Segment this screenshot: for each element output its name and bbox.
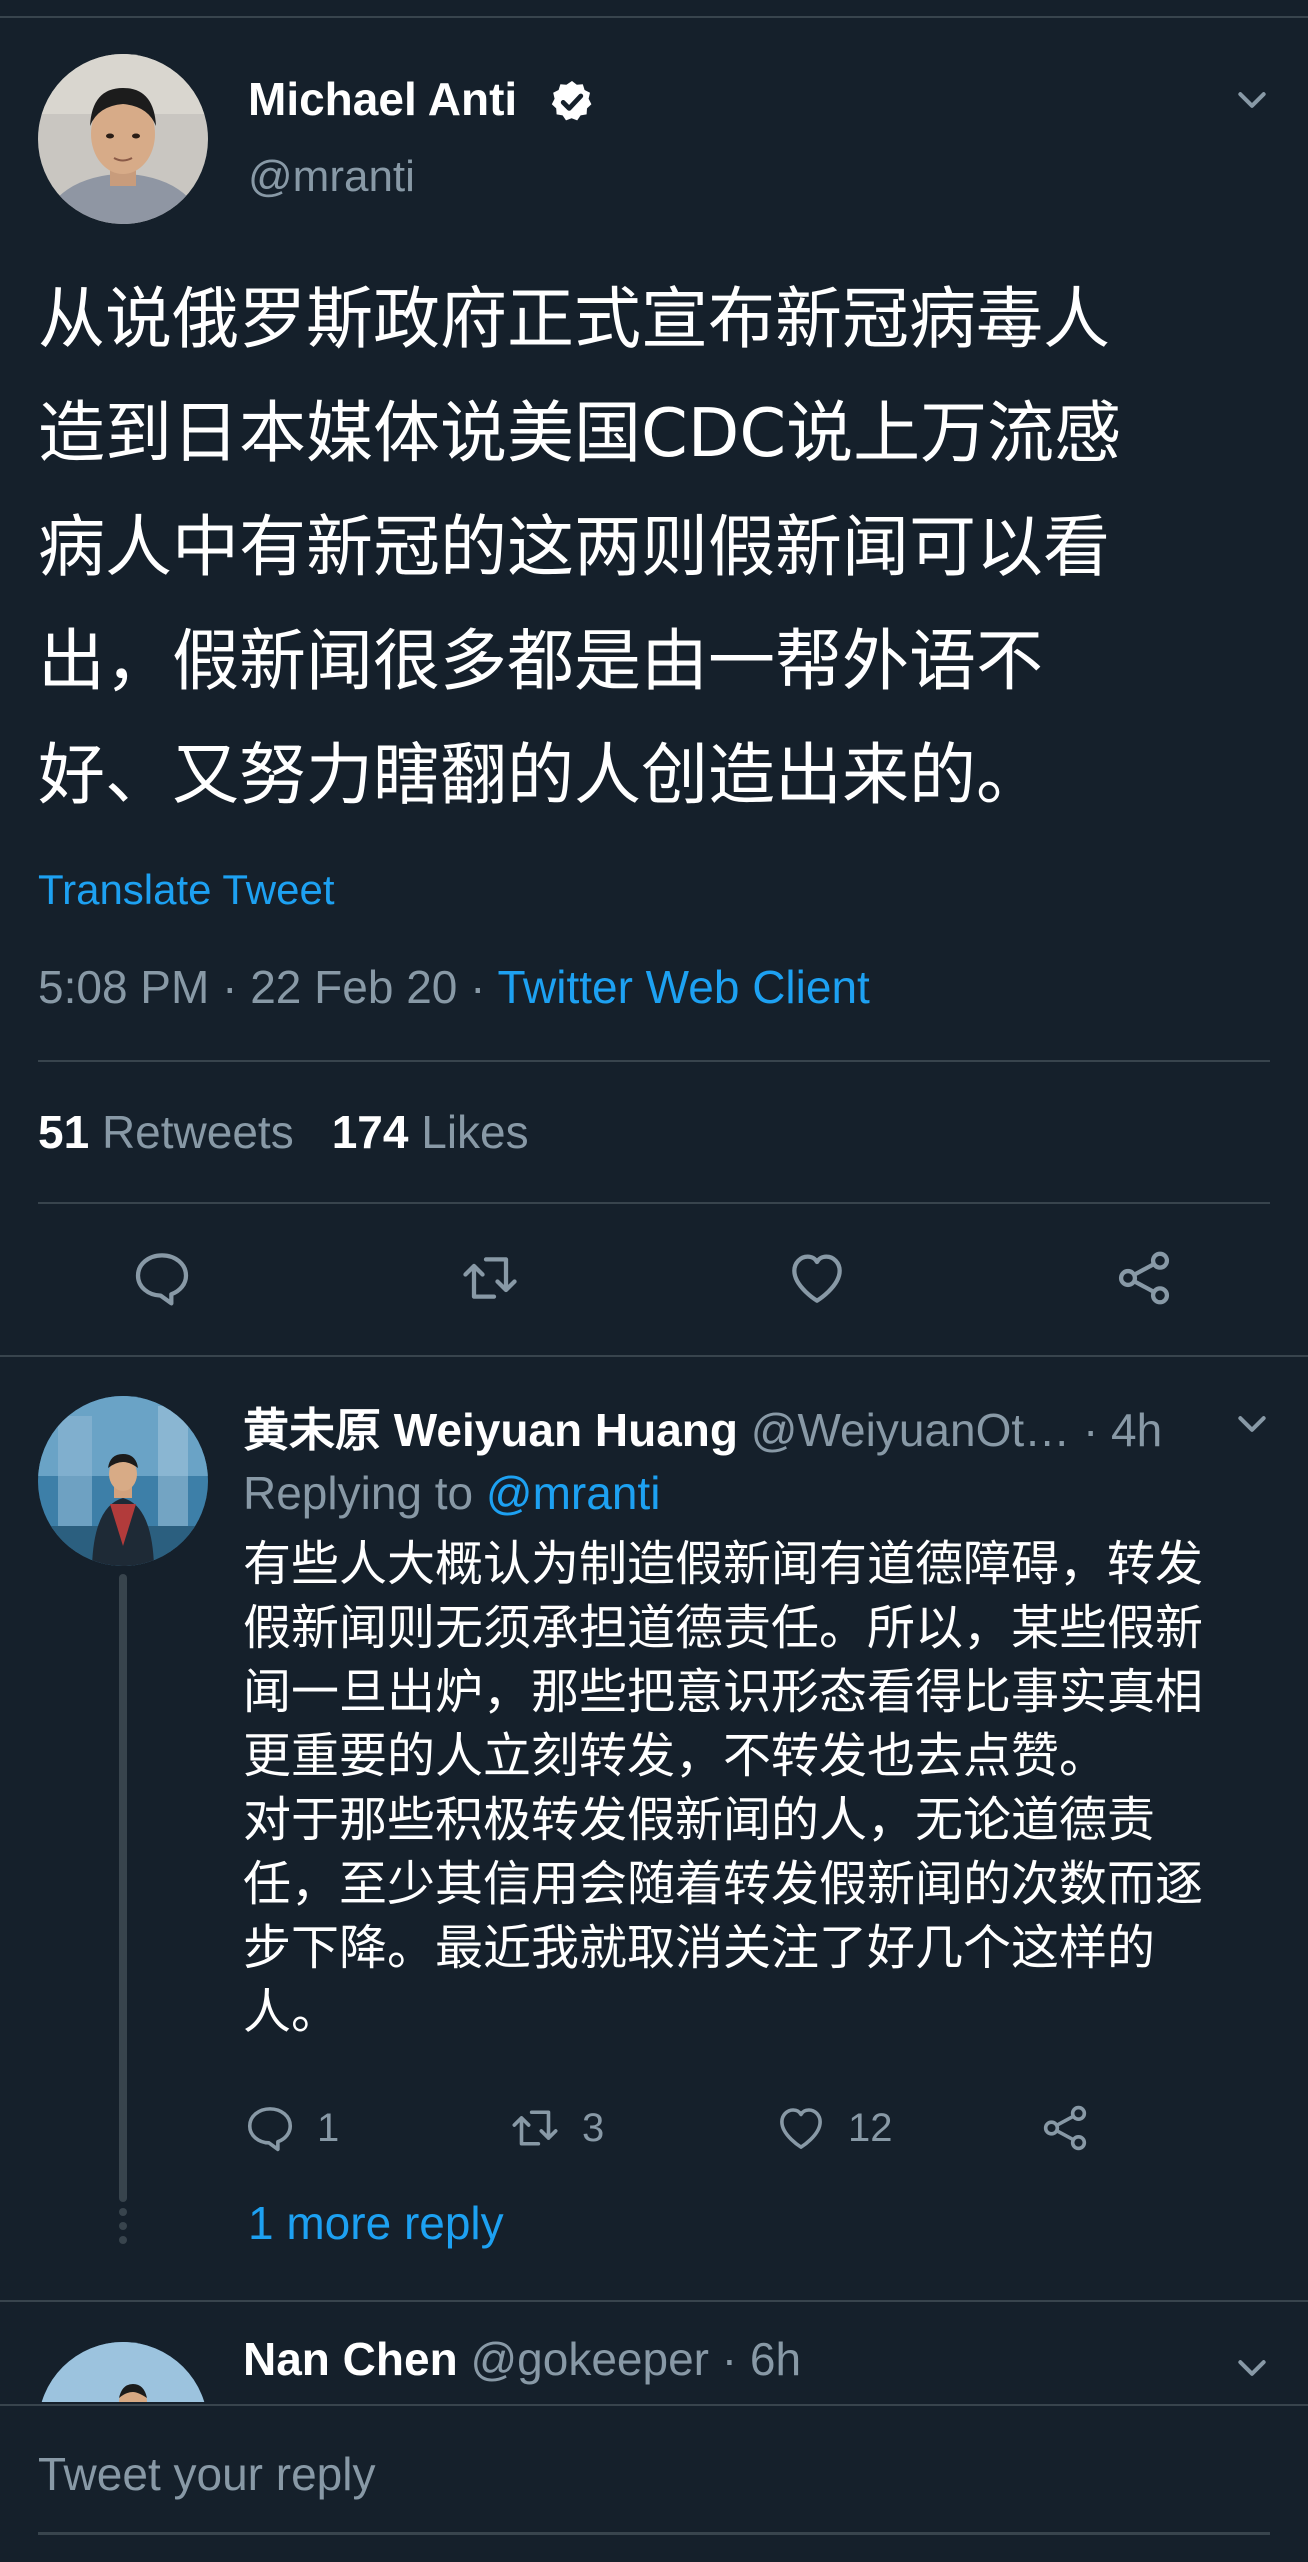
tweet-client-link[interactable]: Twitter Web Client [497,961,869,1013]
divider [38,1060,1270,1062]
reply-icon[interactable] [130,1246,194,1310]
reply-retweet-button[interactable]: 3 [508,2096,604,2160]
like-icon[interactable] [785,1246,849,1310]
meta-separator: · [457,961,498,1013]
retweet-icon [512,2110,558,2146]
second-reply-tweet: Nan Chen @gokeeper · 6h [0,2302,1308,2402]
reply-reply-count: 1 [317,2105,340,2150]
more-replies-link[interactable]: 1 more reply [248,2196,504,2250]
tweet-text: 从说俄罗斯政府正式宣布新冠病毒人 造到日本媒体说美国CDC说上万流感 病人中有新… [38,280,1122,814]
likes-label: Likes [421,1106,529,1158]
like-icon [780,2108,822,2149]
second-reply-author-name[interactable]: Nan Chen [243,2333,458,2385]
reply-author-handle[interactable]: @WeiyuanOt… [751,1404,1070,1456]
tweet-stats: 51 Retweets 174 Likes [38,1105,529,1159]
second-reply-header: Nan Chen @gokeeper · 6h [243,2332,801,2386]
translate-tweet-link[interactable]: Translate Tweet [38,866,334,914]
second-reply-author-handle[interactable]: @gokeeper [470,2333,709,2385]
reply-icon [247,2107,293,2152]
reply-author-name[interactable]: 黄未原 Weiyuan Huang [243,1404,738,1456]
reply-author-avatar[interactable] [38,1396,208,1566]
reply-compose-input[interactable] [38,2434,1270,2514]
reply-time: · 4h [1070,1404,1163,1456]
author-name[interactable]: Michael Anti [248,72,517,126]
divider [38,1202,1270,1204]
author-avatar[interactable] [38,54,208,224]
reply-text: 有些人大概认为制造假新闻有道德障碍，转发 假新闻则无须承担道德责任。所以，某些假… [243,1536,1204,2040]
chevron-down-icon[interactable] [1232,1404,1272,1444]
compose-underline [38,2532,1270,2535]
likes-stat[interactable]: 174 Likes [332,1106,529,1158]
chevron-down-icon[interactable] [1232,2348,1272,2388]
verified-badge-icon [551,81,592,121]
retweets-count: 51 [38,1106,90,1158]
reply-like-count: 12 [848,2105,893,2150]
chevron-down-icon[interactable] [1232,80,1272,120]
compose-bar [0,2404,1308,2562]
replying-to: Replying to @mranti [243,1466,660,1520]
share-icon [1043,2105,1087,2151]
tweet-meta: 5:08 PM · 22 Feb 20 · Twitter Web Client [38,960,870,1014]
second-reply-avatar[interactable] [38,2342,208,2402]
tweet-date[interactable]: 22 Feb 20 [250,961,457,1013]
divider [0,1355,1308,1357]
replying-to-label: Replying to [243,1467,486,1519]
thread-dots [117,2208,129,2248]
likes-count: 174 [331,1106,409,1158]
share-icon[interactable] [1112,1246,1176,1310]
retweet-icon[interactable] [458,1246,522,1310]
replying-to-mention[interactable]: @mranti [486,1467,661,1519]
reply-header: 黄未原 Weiyuan Huang @WeiyuanOt… · 4h [243,1394,1162,1460]
reply-reply-button[interactable]: 1 [243,2096,339,2160]
reply-like-button[interactable]: 12 [774,2096,893,2160]
tweet-time[interactable]: 5:08 PM [38,961,209,1013]
reply-share-button[interactable] [1038,2096,1092,2160]
meta-separator: · [209,961,251,1013]
thread-line [119,1574,127,2202]
retweets-stat[interactable]: 51 Retweets [38,1106,294,1158]
main-tweet: Michael Anti @mranti 从说俄罗斯政府正式宣布新冠病毒人 造到… [0,0,1308,1355]
reply-retweet-count: 3 [582,2105,605,2150]
retweets-label: Retweets [101,1106,294,1158]
author-handle[interactable]: @mranti [248,152,415,202]
second-reply-time: · 6h [708,2333,802,2385]
